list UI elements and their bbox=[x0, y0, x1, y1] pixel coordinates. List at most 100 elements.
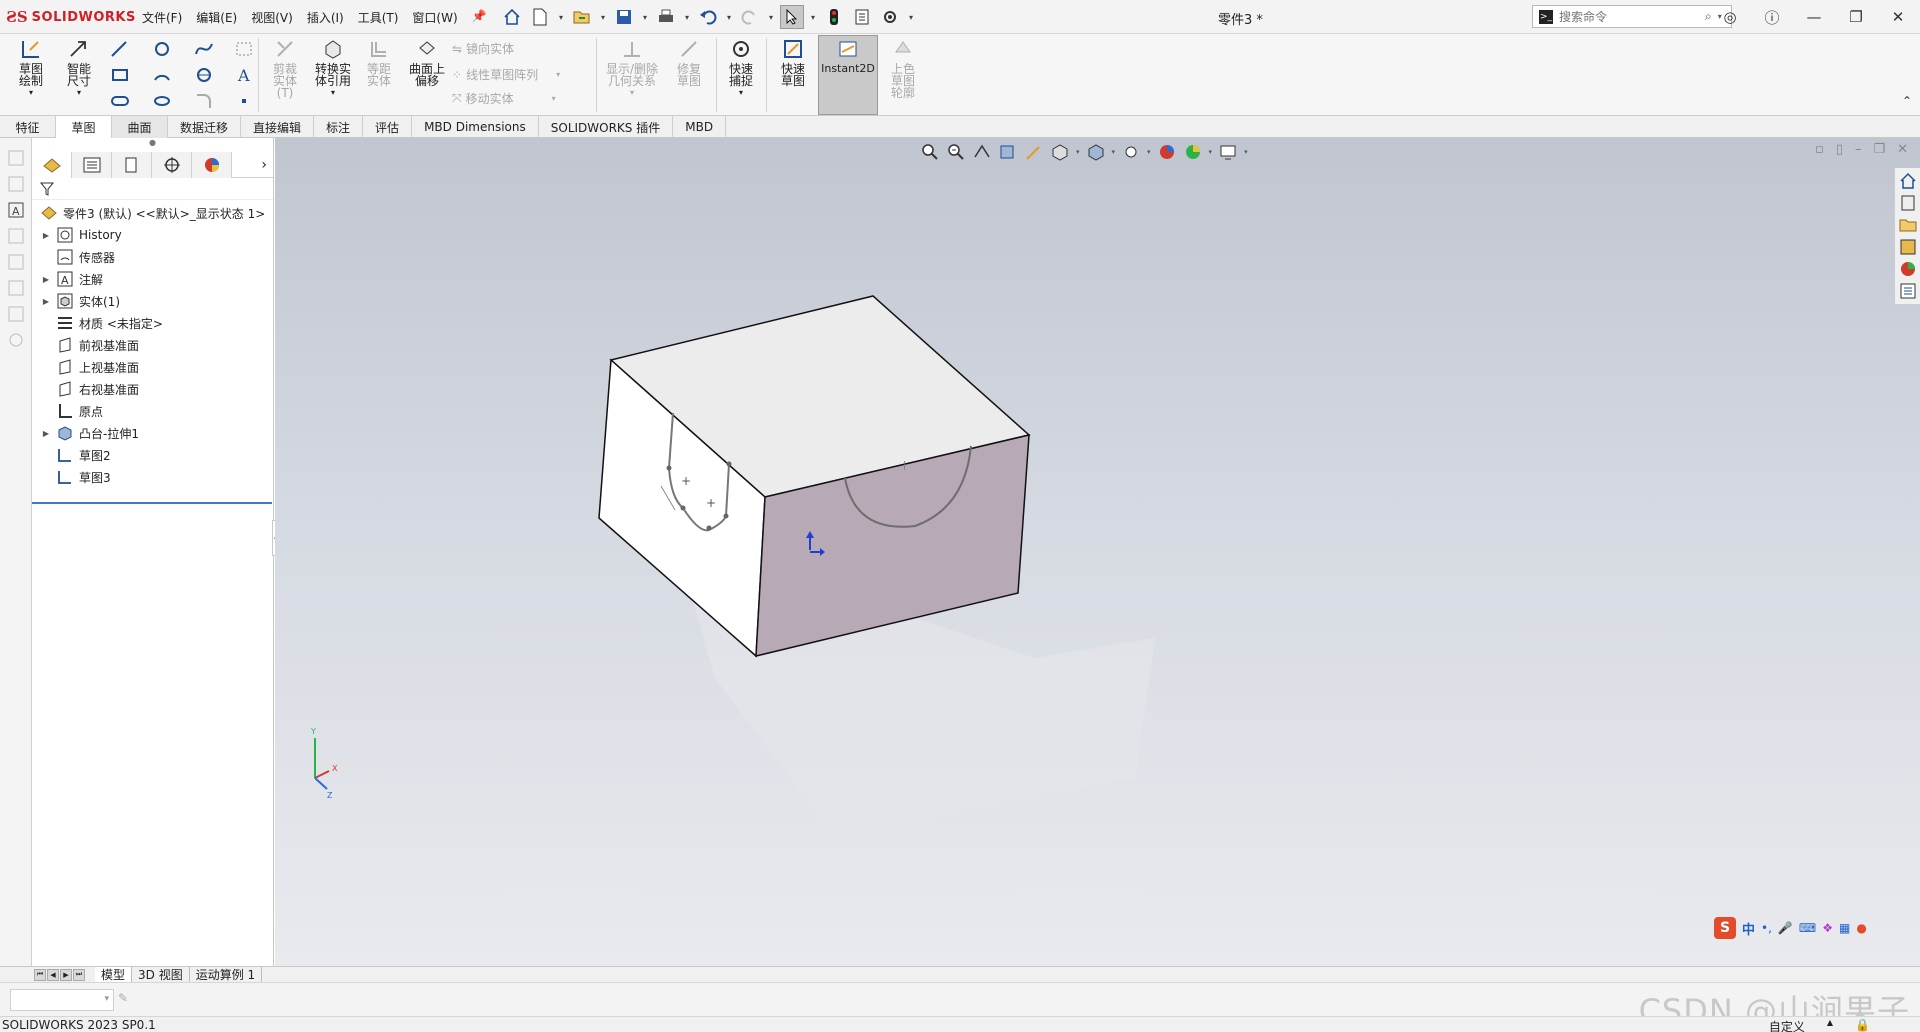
tree-item-solid-bodies[interactable]: ▶ 实体(1) bbox=[32, 290, 273, 312]
first-tab-icon[interactable]: ⏮ bbox=[34, 968, 46, 981]
menu-edit[interactable]: 编辑(E) bbox=[196, 9, 237, 26]
tab-evaluate[interactable]: 评估 bbox=[363, 116, 413, 138]
rectangle-icon[interactable] bbox=[110, 66, 130, 84]
tree-item-right-plane[interactable]: 右视基准面 bbox=[32, 378, 273, 400]
tree-item-boss-extrude[interactable]: ▶ 凸台-拉伸1 bbox=[32, 422, 273, 444]
linear-pattern-dropdown-icon[interactable]: ▾ bbox=[556, 70, 560, 79]
collapse-ribbon-icon[interactable]: ⌃ bbox=[1902, 94, 1912, 108]
next-tab-icon[interactable]: ▶ bbox=[60, 968, 72, 981]
mirror-entities-button[interactable]: ⇋ 镜向实体 bbox=[452, 40, 514, 57]
minimize-icon[interactable]: — bbox=[1802, 5, 1826, 29]
trim-button[interactable]: 剪裁实体(T) bbox=[262, 38, 308, 99]
sketch-point[interactable] bbox=[726, 461, 732, 467]
polygon-icon[interactable] bbox=[194, 66, 214, 84]
tab-solidworks-addins[interactable]: SOLIDWORKS 插件 bbox=[539, 116, 674, 138]
select-dropdown-icon[interactable]: ▾ bbox=[808, 5, 818, 29]
menu-view[interactable]: 视图(V) bbox=[251, 9, 293, 26]
sketch-point[interactable] bbox=[706, 525, 712, 531]
tree-item-top-plane[interactable]: 上视基准面 bbox=[32, 356, 273, 378]
ime-toolbox-icon[interactable]: ▦ bbox=[1839, 921, 1850, 935]
ime-mic-icon[interactable]: 🎤 bbox=[1778, 921, 1793, 935]
dimxpert-manager-tab-icon[interactable] bbox=[152, 151, 192, 178]
open-dropdown-icon[interactable]: ▾ bbox=[598, 5, 608, 29]
tree-item-front-plane[interactable]: 前视基准面 bbox=[32, 334, 273, 356]
select-icon[interactable] bbox=[780, 5, 804, 29]
ellipse-icon[interactable] bbox=[152, 92, 172, 110]
show-relations-button[interactable]: 显示/删除几何关系 ▾ bbox=[600, 38, 664, 99]
file-properties-icon[interactable] bbox=[850, 5, 874, 29]
ime-keyboard-icon[interactable]: ⌨ bbox=[1799, 921, 1816, 935]
property-manager-tab-icon[interactable] bbox=[72, 151, 112, 178]
move-entities-button[interactable]: ⤧ 移动实体 ▾ bbox=[452, 90, 556, 107]
print-dropdown-icon[interactable]: ▾ bbox=[682, 5, 692, 29]
help-icon[interactable]: ⓘ bbox=[1760, 5, 1784, 29]
ime-language-label[interactable]: 中 bbox=[1742, 919, 1755, 938]
restore-icon[interactable]: ❐ bbox=[1844, 5, 1868, 29]
pin-icon[interactable]: 📌 bbox=[472, 9, 487, 26]
tab-motion-study[interactable]: 运动算例 1 bbox=[190, 966, 263, 983]
combo-dropdown-icon[interactable]: ▾ bbox=[104, 994, 109, 1004]
linear-pattern-button[interactable]: ⁘ 线性草图阵列 ▾ bbox=[452, 66, 560, 83]
spline-icon[interactable] bbox=[194, 40, 214, 58]
search-icon[interactable]: ⌕ bbox=[1705, 9, 1712, 24]
tree-filter[interactable] bbox=[32, 178, 273, 200]
tree-item-history[interactable]: ▶ History bbox=[32, 224, 273, 246]
graphics-area[interactable]: ▾ ▾ ▾ ▾ ▾ ▫ ▯ – ❐ ✕ + + | Y X Z S 中 •, 🎤… bbox=[275, 138, 1920, 966]
strip-tool-icon[interactable] bbox=[6, 304, 26, 324]
tab-surfaces[interactable]: 曲面 bbox=[112, 116, 168, 138]
prev-tab-icon[interactable]: ◀ bbox=[47, 968, 59, 981]
options-gear-icon[interactable] bbox=[878, 5, 902, 29]
strip-tool-icon[interactable] bbox=[6, 252, 26, 272]
ime-settings-icon[interactable]: ● bbox=[1856, 921, 1866, 935]
new-document-icon[interactable] bbox=[528, 5, 552, 29]
offset-on-surface-button[interactable]: 曲面上偏移 bbox=[402, 38, 452, 87]
configuration-manager-tab-icon[interactable] bbox=[112, 151, 152, 178]
strip-tool-icon[interactable] bbox=[6, 226, 26, 246]
tree-root-part[interactable]: 零件3 (默认) <<默认>_显示状态 1> bbox=[32, 202, 273, 224]
ime-skin-icon[interactable]: ❖ bbox=[1822, 921, 1833, 935]
new-dropdown-icon[interactable]: ▾ bbox=[556, 5, 566, 29]
expand-arrow-icon[interactable]: ▶ bbox=[40, 229, 52, 241]
tree-item-sensors[interactable]: 传感器 bbox=[32, 246, 273, 268]
more-tabs-icon[interactable]: › bbox=[261, 157, 267, 173]
tab-model[interactable]: 模型 bbox=[95, 966, 133, 983]
quick-snaps-button[interactable]: 快速捕捉 ▾ bbox=[718, 38, 764, 99]
command-action-icon[interactable]: ✎ bbox=[118, 991, 136, 1009]
rapid-sketch-button[interactable]: 快速草图 bbox=[770, 38, 816, 87]
arc-icon[interactable] bbox=[152, 66, 172, 84]
redo-icon[interactable] bbox=[738, 5, 762, 29]
print-icon[interactable] bbox=[654, 5, 678, 29]
status-help-icon[interactable]: 🔒 bbox=[1855, 1018, 1870, 1032]
solidworks-logo[interactable]: ƧS SOLIDWORKS bbox=[6, 8, 136, 26]
search-input[interactable] bbox=[1559, 9, 1699, 24]
open-icon[interactable] bbox=[570, 5, 594, 29]
strip-annotation-icon[interactable]: A bbox=[6, 200, 26, 220]
home-icon[interactable] bbox=[500, 5, 524, 29]
tree-item-origin[interactable]: 原点 bbox=[32, 400, 273, 422]
strip-tool-icon[interactable] bbox=[6, 148, 26, 168]
redo-dropdown-icon[interactable]: ▾ bbox=[766, 5, 776, 29]
convert-entities-button[interactable]: 转换实体引用 ▾ bbox=[308, 38, 358, 99]
fillet-icon[interactable] bbox=[194, 92, 214, 110]
display-manager-tab-icon[interactable] bbox=[192, 151, 232, 178]
rebuild-icon[interactable] bbox=[822, 5, 846, 29]
relations-dropdown-icon[interactable]: ▾ bbox=[630, 87, 634, 99]
sogou-logo-icon[interactable]: S bbox=[1714, 917, 1736, 939]
tab-direct-editing[interactable]: 直接编辑 bbox=[241, 116, 315, 138]
tree-item-material[interactable]: 材质 <未指定> bbox=[32, 312, 273, 334]
menu-tools[interactable]: 工具(T) bbox=[358, 9, 399, 26]
command-combo[interactable]: ▾ bbox=[10, 989, 114, 1011]
construction-icon[interactable] bbox=[234, 40, 254, 58]
tab-mbd[interactable]: MBD bbox=[673, 116, 727, 138]
tab-features[interactable]: 特征 bbox=[0, 116, 56, 138]
close-icon[interactable]: ✕ bbox=[1886, 5, 1910, 29]
sketch-point[interactable] bbox=[680, 505, 686, 511]
sketch-button[interactable]: 草图绘制 ▾ bbox=[8, 38, 54, 99]
user-account-icon[interactable]: ◎ bbox=[1718, 5, 1742, 29]
menu-file[interactable]: 文件(F) bbox=[142, 9, 182, 26]
tree-item-sketch2[interactable]: 草图2 bbox=[32, 444, 273, 466]
point-icon[interactable] bbox=[234, 92, 254, 110]
line-icon[interactable] bbox=[110, 40, 130, 58]
tab-sketch[interactable]: 草图 bbox=[56, 116, 112, 138]
last-tab-icon[interactable]: ⏭ bbox=[73, 968, 85, 981]
